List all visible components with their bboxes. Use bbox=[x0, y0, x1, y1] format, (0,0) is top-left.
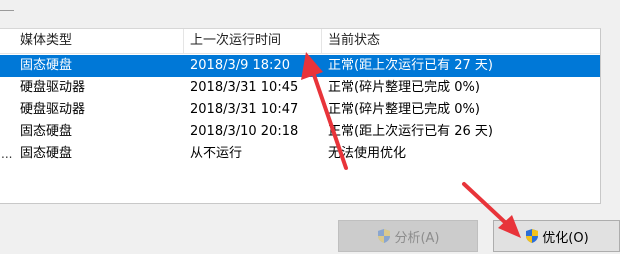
truncated-name-marker: ... bbox=[1, 147, 13, 161]
top-strip bbox=[0, 0, 620, 22]
column-header-status[interactable]: 当前状态 bbox=[322, 29, 600, 53]
cell-last-run: 2018/3/31 10:45 bbox=[190, 80, 299, 95]
cell-media-type: 硬盘驱动器 bbox=[20, 102, 86, 117]
cell-last-run: 2018/3/10 20:18 bbox=[190, 124, 299, 139]
divider bbox=[0, 10, 14, 11]
table-row[interactable]: 固态硬盘 2018/3/9 18:20 正常(距上次运行已有 27 天) bbox=[0, 55, 600, 77]
uac-shield-icon bbox=[526, 229, 539, 243]
cell-last-run: 从不运行 bbox=[190, 146, 243, 161]
uac-shield-icon bbox=[378, 229, 391, 243]
cell-media-type: 固态硬盘 bbox=[20, 124, 73, 139]
table-row[interactable]: 硬盘驱动器 2018/3/31 10:47 正常(碎片整理已完成 0%) bbox=[0, 99, 600, 121]
optimize-button[interactable]: 优化(O) bbox=[493, 220, 620, 252]
list-header: 媒体类型 上一次运行时间 当前状态 bbox=[0, 29, 600, 54]
cell-media-type: 固态硬盘 bbox=[20, 146, 73, 161]
optimize-button-label: 优化(O) bbox=[542, 230, 589, 246]
table-row[interactable]: ... 固态硬盘 从不运行 无法使用优化 bbox=[0, 143, 600, 165]
cell-status: 正常(碎片整理已完成 0%) bbox=[328, 102, 480, 117]
cell-last-run: 2018/3/31 10:47 bbox=[190, 102, 299, 117]
cell-last-run: 2018/3/9 18:20 bbox=[190, 58, 290, 73]
column-header-last-run[interactable]: 上一次运行时间 bbox=[184, 29, 322, 53]
cell-media-type: 固态硬盘 bbox=[20, 58, 73, 73]
cell-status: 无法使用优化 bbox=[328, 146, 407, 161]
analyze-button[interactable]: 分析(A) bbox=[338, 220, 478, 252]
analyze-button-label: 分析(A) bbox=[394, 230, 440, 246]
cell-status: 正常(距上次运行已有 27 天) bbox=[328, 58, 493, 73]
table-row[interactable]: 硬盘驱动器 2018/3/31 10:45 正常(碎片整理已完成 0%) bbox=[0, 77, 600, 99]
drive-list[interactable]: 媒体类型 上一次运行时间 当前状态 固态硬盘 2018/3/9 18:20 正常… bbox=[0, 28, 601, 204]
table-row[interactable]: 固态硬盘 2018/3/10 20:18 正常(距上次运行已有 26 天) bbox=[0, 121, 600, 143]
cell-status: 正常(碎片整理已完成 0%) bbox=[328, 80, 480, 95]
cell-media-type: 硬盘驱动器 bbox=[20, 80, 86, 95]
column-header-media-type[interactable]: 媒体类型 bbox=[14, 29, 184, 53]
cell-status: 正常(距上次运行已有 26 天) bbox=[328, 124, 493, 139]
